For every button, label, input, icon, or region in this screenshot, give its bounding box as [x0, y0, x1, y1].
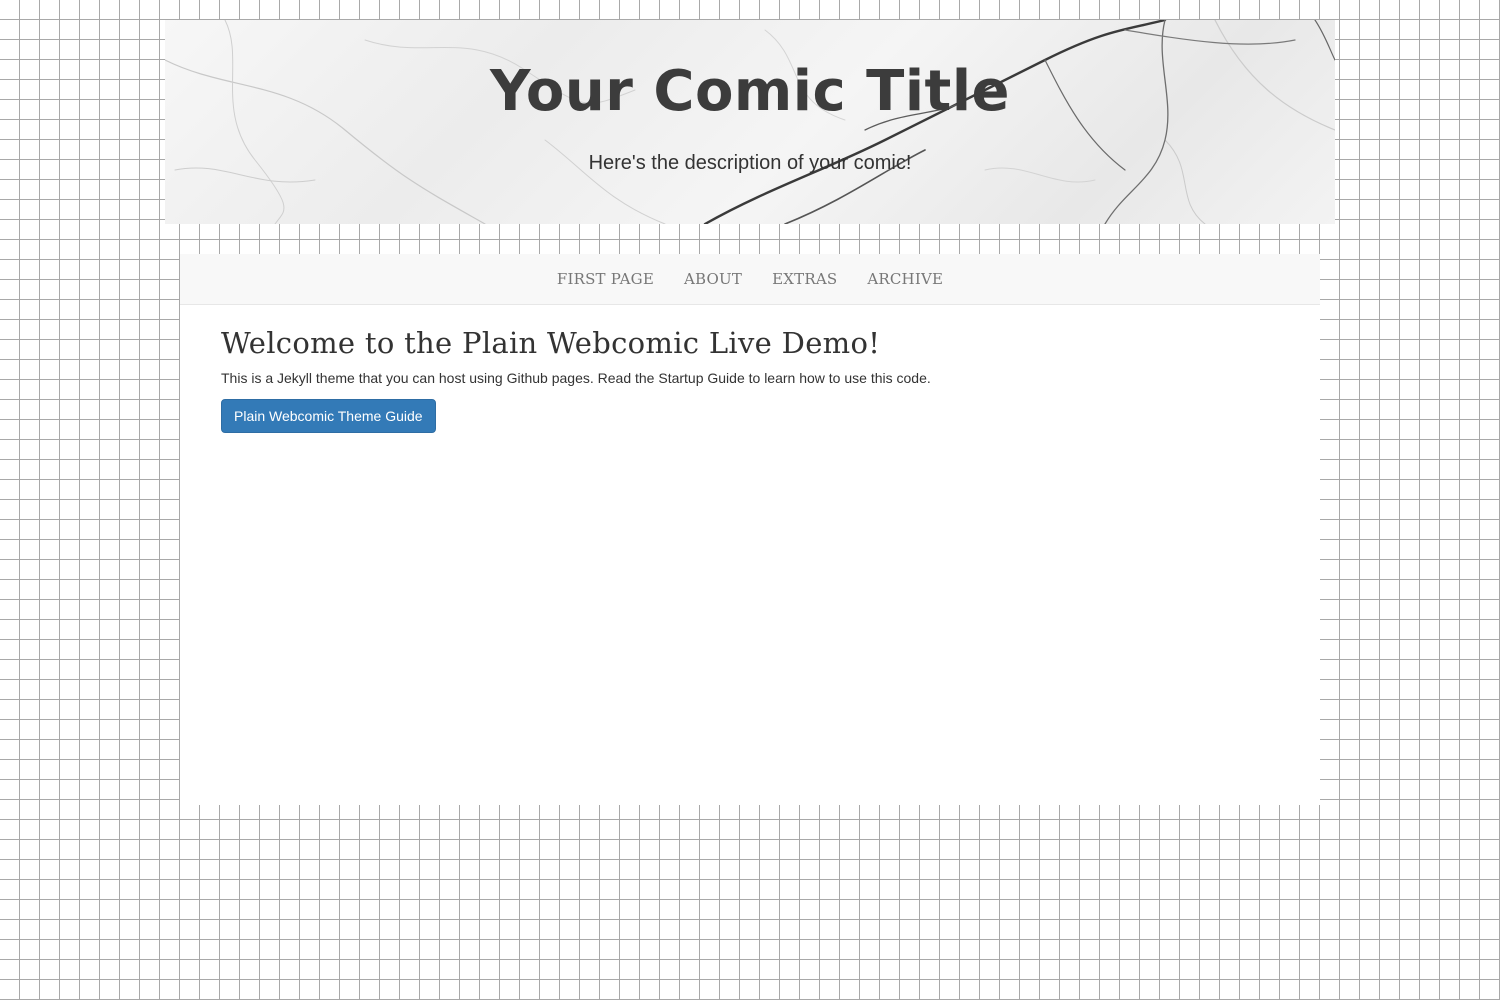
- site-title[interactable]: Your Comic Title: [165, 64, 1335, 120]
- nav-link-archive[interactable]: ARCHIVE: [852, 270, 958, 288]
- nav-link-extras[interactable]: EXTRAS: [757, 270, 852, 288]
- nav-link-first-page[interactable]: FIRST PAGE: [542, 270, 669, 288]
- main-container: FIRST PAGE ABOUT EXTRAS ARCHIVE Welcome …: [180, 254, 1320, 805]
- nav-link-about[interactable]: ABOUT: [669, 270, 757, 288]
- site-description: Here's the description of your comic!: [588, 152, 912, 174]
- header-banner: Your Comic Title Here's the description …: [165, 20, 1335, 224]
- theme-guide-button[interactable]: Plain Webcomic Theme Guide: [221, 399, 436, 433]
- banner-text: Your Comic Title Here's the description …: [165, 20, 1335, 224]
- navbar: FIRST PAGE ABOUT EXTRAS ARCHIVE: [180, 254, 1320, 305]
- page-heading: Welcome to the Plain Webcomic Live Demo!: [221, 326, 881, 360]
- main-content: Welcome to the Plain Webcomic Live Demo!…: [180, 305, 1320, 451]
- intro-text: This is a Jekyll theme that you can host…: [221, 370, 931, 386]
